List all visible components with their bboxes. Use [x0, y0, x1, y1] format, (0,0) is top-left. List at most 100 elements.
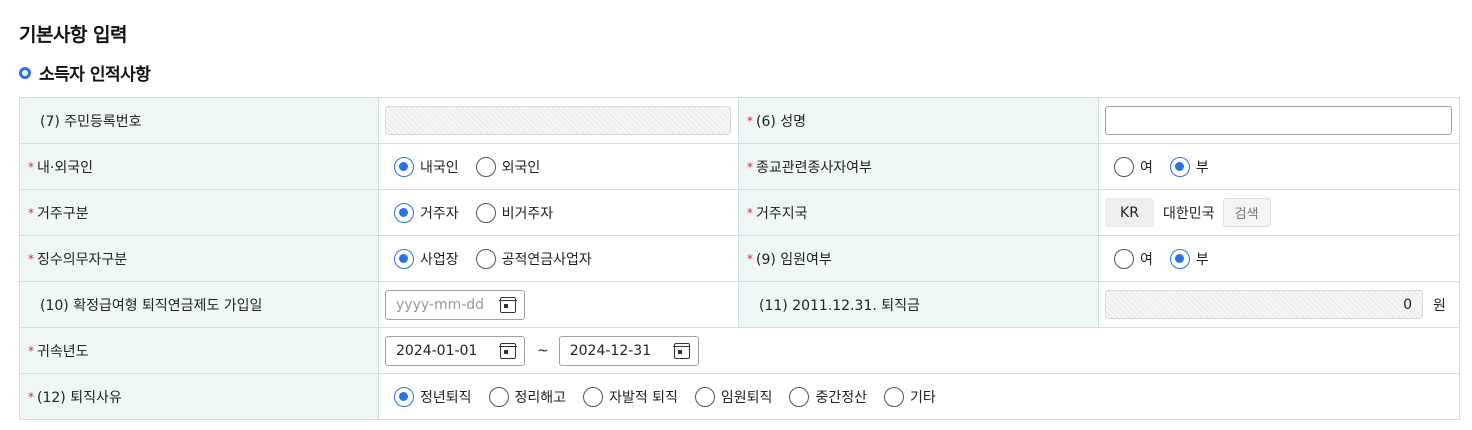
radio-unchecked-icon[interactable] — [475, 156, 496, 177]
label-cell: * (6) 성명 — [738, 97, 1099, 144]
radio-reason-retirement[interactable]: 정년퇴직 — [394, 386, 472, 407]
radio-checked-icon[interactable] — [1169, 248, 1190, 269]
required-icon: * — [747, 251, 753, 266]
db-pension-join-date-input[interactable]: yyyy-mm-dd — [385, 289, 525, 320]
radio-workplace[interactable]: 사업장 — [394, 248, 459, 269]
required-icon: * — [747, 159, 753, 174]
label-cell: * 귀속년도 — [19, 327, 379, 374]
value-cell: 내국인 외국인 — [378, 143, 739, 190]
severance-2011-label: (11) 2011.12.31. 퇴직금 — [759, 297, 920, 314]
radio-reason-other[interactable]: 기타 — [883, 386, 936, 407]
severance-2011-field: 0 원 — [1105, 290, 1453, 319]
date-to-value: 2024-12-31 — [569, 342, 652, 359]
value-cell: 거주자 비거주자 — [378, 189, 739, 236]
radio-checked-icon[interactable] — [394, 248, 414, 269]
residence-label: 거주구분 — [37, 205, 89, 222]
range-separator: ~ — [537, 342, 549, 359]
reason-radio-group: 정년퇴직 정리해고 자발적 퇴직 임원퇴직 중간정산 기타 — [385, 386, 1453, 407]
value-cell: KR 대한민국 검색 — [1098, 189, 1460, 236]
radio-checked-icon[interactable] — [1169, 156, 1190, 177]
label-cell: * 징수의무자구분 — [19, 235, 379, 282]
radio-resident[interactable]: 거주자 — [394, 202, 459, 223]
radio-reason-layoff[interactable]: 정리해고 — [488, 386, 566, 407]
form-row: * 거주구분 거주자 비거주자 * 거주지국 KR 대한민국 검색 — [19, 189, 1460, 236]
resident-no-label: (7) 주민등록번호 — [40, 113, 142, 130]
radio-domestic[interactable]: 내국인 — [394, 156, 459, 177]
radio-foreign[interactable]: 외국인 — [475, 156, 540, 177]
date-to-input[interactable]: 2024-12-31 — [558, 335, 699, 366]
radio-unchecked-icon[interactable] — [475, 248, 496, 269]
nationality-label: 내·외국인 — [37, 159, 93, 176]
attribution-date-range: 2024-01-01 ~ 2024-12-31 — [385, 335, 1453, 366]
form-row: * 내·외국인 내국인 외국인 * 종교관련종사자여부 여 부 — [19, 143, 1460, 190]
radio-unchecked-icon[interactable] — [488, 386, 509, 407]
radio-executive-yes[interactable]: 여 — [1114, 248, 1153, 269]
form-row: * 징수의무자구분 사업장 공적연금사업자 * (9) 임원여부 여 부 — [19, 235, 1460, 282]
country-search-button[interactable]: 검색 — [1222, 198, 1271, 227]
executive-label: (9) 임원여부 — [756, 251, 832, 268]
label-cell: (10) 확정급여형 퇴직연금제도 가입일 — [19, 281, 379, 328]
radio-checked-icon[interactable] — [394, 386, 414, 407]
religious-label: 종교관련종사자여부 — [756, 159, 872, 176]
value-cell: 0 원 — [1098, 281, 1460, 328]
db-pension-join-label: (10) 확정급여형 퇴직연금제도 가입일 — [40, 297, 263, 314]
radio-religious-yes[interactable]: 여 — [1114, 156, 1153, 177]
name-input[interactable] — [1105, 106, 1452, 135]
section-title: 소득자 인적사항 — [19, 60, 151, 85]
radio-reason-interim[interactable]: 중간정산 — [789, 386, 867, 407]
label-cell: * 거주구분 — [19, 189, 379, 236]
radio-unchecked-icon[interactable] — [1114, 156, 1134, 177]
calendar-icon[interactable] — [499, 342, 517, 359]
currency-unit: 원 — [1433, 297, 1446, 314]
radio-non-resident[interactable]: 비거주자 — [475, 202, 553, 223]
withholding-radio-group: 사업장 공적연금사업자 — [385, 248, 732, 269]
radio-checked-icon[interactable] — [394, 156, 414, 177]
page-title: 기본사항 입력 — [19, 24, 128, 46]
name-label: (6) 성명 — [756, 113, 807, 130]
value-cell: 2024-01-01 ~ 2024-12-31 — [378, 327, 1460, 374]
required-icon: * — [28, 159, 34, 174]
radio-unchecked-icon[interactable] — [789, 386, 810, 407]
radio-unchecked-icon[interactable] — [694, 386, 715, 407]
radio-public-pension[interactable]: 공적연금사업자 — [475, 248, 592, 269]
label-cell: * (9) 임원여부 — [738, 235, 1099, 282]
residence-country-field: KR 대한민국 검색 — [1105, 198, 1453, 227]
required-icon: * — [28, 389, 34, 404]
required-icon: * — [28, 343, 34, 358]
date-from-value: 2024-01-01 — [396, 342, 478, 359]
resident-no-field — [385, 106, 731, 135]
radio-religious-no[interactable]: 부 — [1169, 156, 1209, 177]
section-title-text: 소득자 인적사항 — [39, 65, 151, 85]
severance-amount: 0 — [1105, 290, 1423, 319]
value-cell: yyyy-mm-dd — [378, 281, 739, 328]
circle-bullet-icon — [19, 66, 31, 79]
personal-info-form: (7) 주민등록번호 * (6) 성명 * 내·외국인 내국인 외국인 * 종교관련종… — [19, 97, 1460, 420]
required-icon: * — [747, 113, 753, 128]
radio-unchecked-icon[interactable] — [475, 202, 496, 223]
label-cell: * 거주지국 — [738, 189, 1099, 236]
country-code: KR — [1105, 198, 1154, 227]
label-cell: * (12) 퇴직사유 — [19, 373, 379, 420]
calendar-icon[interactable] — [499, 296, 517, 313]
religious-radio-group: 여 부 — [1105, 156, 1453, 177]
radio-checked-icon[interactable] — [394, 202, 414, 223]
radio-unchecked-icon[interactable] — [1114, 248, 1134, 269]
required-icon: * — [747, 205, 753, 220]
form-row: (10) 확정급여형 퇴직연금제도 가입일 yyyy-mm-dd (11) 20… — [19, 281, 1460, 328]
label-cell: * 종교관련종사자여부 — [738, 143, 1099, 190]
date-placeholder: yyyy-mm-dd — [396, 296, 485, 313]
required-icon: * — [28, 251, 34, 266]
radio-executive-no[interactable]: 부 — [1169, 248, 1209, 269]
withholding-label: 징수의무자구분 — [37, 251, 128, 268]
executive-radio-group: 여 부 — [1105, 248, 1453, 269]
calendar-icon[interactable] — [673, 342, 691, 359]
date-from-input[interactable]: 2024-01-01 — [385, 335, 525, 366]
radio-reason-executive[interactable]: 임원퇴직 — [694, 386, 772, 407]
radio-reason-voluntary[interactable]: 자발적 퇴직 — [583, 386, 678, 407]
radio-unchecked-icon[interactable] — [883, 386, 904, 407]
radio-unchecked-icon[interactable] — [583, 386, 604, 407]
form-row: (7) 주민등록번호 * (6) 성명 — [19, 97, 1460, 144]
attribution-year-label: 귀속년도 — [37, 343, 89, 360]
label-cell: * 내·외국인 — [19, 143, 379, 190]
nationality-radio-group: 내국인 외국인 — [385, 156, 732, 177]
